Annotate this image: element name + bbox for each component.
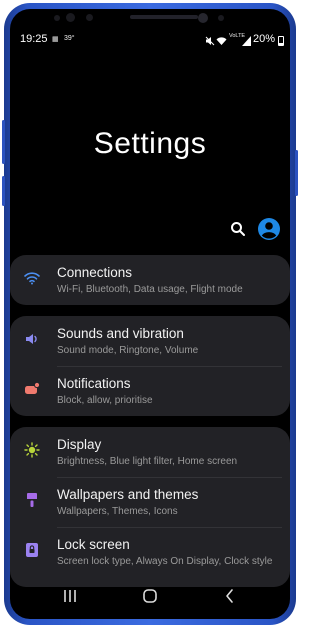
settings-card-sounds: Sounds and vibration Sound mode, Rington… [10,316,290,416]
gallery-notification-icon: ▦ [52,36,59,43]
earpiece-speaker [130,15,198,19]
settings-item-wallpapers[interactable]: Wallpapers and themes Wallpapers, Themes… [10,477,290,527]
item-title: Connections [57,265,133,280]
volume-button [2,120,5,164]
sensor-dot [54,15,60,21]
phone-device: 19:25 ▦ 39° VoLTE 20% Settings Connectio… [0,0,300,629]
page-title: Settings [93,127,207,160]
header-tools [228,218,288,240]
lock-icon [26,543,38,557]
item-title: Wallpapers and themes [57,487,199,502]
item-subtitle: Block, allow, prioritise [57,395,153,406]
wifi-status-icon [216,37,227,45]
speaker-icon [26,334,37,344]
home-icon[interactable] [139,585,161,607]
item-title: Sounds and vibration [57,326,184,341]
front-camera [198,13,208,23]
item-subtitle: Screen lock type, Always On Display, Clo… [57,556,273,567]
item-title: Lock screen [57,537,130,552]
item-subtitle: Wallpapers, Themes, Icons [57,506,178,517]
status-time: 19:25 [20,33,48,45]
search-icon[interactable] [230,221,246,237]
top-bezel [10,9,290,31]
recent-apps-icon[interactable] [59,585,81,607]
wifi-icon [24,272,40,285]
mute-icon [205,36,215,46]
sun-icon [24,442,40,458]
paintbrush-icon [27,493,37,507]
item-title: Notifications [57,376,131,391]
signal-icon [242,36,251,46]
back-icon[interactable] [219,585,241,607]
navigation-bar [10,575,290,619]
settings-item-connections[interactable]: Connections Wi-Fi, Bluetooth, Data usage… [10,255,290,305]
power-button [295,150,298,196]
bixby-button [2,176,5,206]
profile-avatar-icon[interactable] [258,218,280,240]
settings-card-display: Display Brightness, Blue light filter, H… [10,427,290,587]
status-bar: 19:25 ▦ 39° VoLTE 20% [10,33,290,49]
battery-percent: 20% [253,33,276,45]
notification-icon [25,381,40,394]
screen: 19:25 ▦ 39° VoLTE 20% Settings Connectio… [10,9,290,619]
iris-sensor [66,13,75,22]
settings-item-notifications[interactable]: Notifications Block, allow, prioritise [10,366,290,416]
sensor-dot-right [218,15,224,21]
settings-item-display[interactable]: Display Brightness, Blue light filter, H… [10,427,290,477]
item-title: Display [57,437,102,452]
item-subtitle: Wi-Fi, Bluetooth, Data usage, Flight mod… [57,284,243,295]
settings-item-sounds[interactable]: Sounds and vibration Sound mode, Rington… [10,316,290,366]
settings-card-connections: Connections Wi-Fi, Bluetooth, Data usage… [10,255,290,305]
settings-item-lock-screen[interactable]: Lock screen Screen lock type, Always On … [10,527,290,577]
temperature-text: 39° [64,35,75,42]
battery-icon [278,36,284,46]
proximity-sensor [86,14,93,21]
item-subtitle: Sound mode, Ringtone, Volume [57,345,199,356]
item-subtitle: Brightness, Blue light filter, Home scre… [57,456,238,467]
